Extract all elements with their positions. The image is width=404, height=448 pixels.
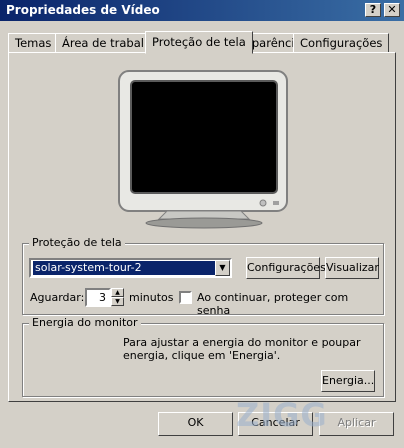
chevron-down-icon[interactable]: ▼ bbox=[215, 260, 230, 276]
password-checkbox[interactable] bbox=[179, 291, 192, 304]
apply-button[interactable]: Aplicar bbox=[319, 412, 394, 436]
power-button[interactable]: Energia... bbox=[321, 370, 375, 392]
spin-up-icon[interactable]: ▲ bbox=[111, 288, 124, 297]
wait-minutes-input[interactable]: 3 bbox=[85, 288, 111, 307]
screensaver-preview-button[interactable]: Visualizar bbox=[325, 257, 379, 279]
tab-protecao-de-tela[interactable]: Proteção de tela bbox=[145, 31, 253, 54]
zigg-watermark: ZIGG bbox=[236, 396, 328, 434]
screensaver-select[interactable]: solar-system-tour-2 ▼ bbox=[29, 258, 232, 278]
power-group: Energia do monitor Para ajustar a energi… bbox=[22, 316, 384, 397]
tab-temas[interactable]: Temas bbox=[8, 33, 59, 53]
screensaver-selected: solar-system-tour-2 bbox=[33, 261, 215, 275]
monitor-preview bbox=[118, 70, 288, 229]
window-title: Propriedades de Vídeo bbox=[6, 3, 160, 17]
tab-configuracoes[interactable]: Configurações bbox=[293, 33, 390, 53]
screensaver-group: Proteção de tela solar-system-tour-2 ▼ C… bbox=[22, 236, 384, 317]
tab-strip: Temas Área de trabalho Proteção de tela … bbox=[8, 31, 398, 54]
close-button[interactable]: ✕ bbox=[384, 3, 400, 17]
screensaver-group-label: Proteção de tela bbox=[29, 236, 125, 249]
power-group-label: Energia do monitor bbox=[29, 316, 141, 329]
title-bar: Propriedades de Vídeo ? ✕ bbox=[0, 0, 404, 21]
wait-spinner[interactable]: ▲ ▼ bbox=[111, 288, 124, 307]
wait-unit-label: minutos bbox=[129, 291, 174, 304]
ok-button[interactable]: OK bbox=[158, 412, 233, 436]
password-checkbox-label[interactable]: Ao continuar, proteger com senha bbox=[197, 291, 383, 317]
screensaver-settings-button[interactable]: Configurações bbox=[246, 257, 326, 279]
power-description: Para ajustar a energia do monitor e poup… bbox=[123, 336, 361, 362]
tab-panel: Proteção de tela solar-system-tour-2 ▼ C… bbox=[8, 52, 396, 402]
wait-label: Aguardar: bbox=[30, 291, 85, 304]
help-button[interactable]: ? bbox=[365, 3, 381, 17]
spin-down-icon[interactable]: ▼ bbox=[111, 297, 124, 306]
